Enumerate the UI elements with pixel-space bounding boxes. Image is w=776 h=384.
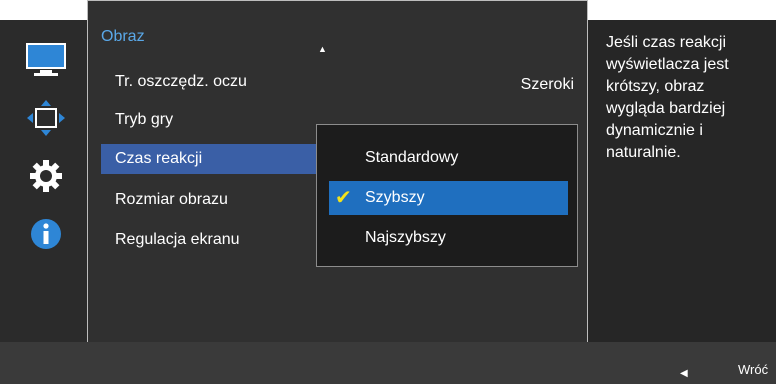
- menu-item-image-size[interactable]: Rozmiar obrazu: [101, 185, 316, 215]
- back-label[interactable]: Wróć: [738, 362, 768, 377]
- help-description: Jeśli czas reakcji wyświetlacza jest kró…: [606, 34, 729, 161]
- info-icon: [31, 219, 61, 249]
- option-label: Najszybszy: [365, 229, 446, 246]
- osd-menu: Obraz ▲ Tr. oszczędz. oczu Szeroki Tryb …: [0, 0, 776, 384]
- sidebar-item-system[interactable]: [22, 156, 70, 196]
- option-faster[interactable]: ✔ Szybszy: [329, 181, 568, 215]
- scroll-up-icon[interactable]: ▲: [318, 44, 327, 54]
- menu-item-screen-adjustment[interactable]: Regulacja ekranu: [101, 225, 316, 255]
- sidebar-item-picture[interactable]: [22, 40, 70, 80]
- eye-saver-value: Szeroki: [520, 76, 574, 93]
- menu-item-game-mode[interactable]: Tryb gry: [101, 105, 316, 135]
- option-label: Szybszy: [365, 189, 425, 206]
- sidebar-item-position[interactable]: [22, 98, 70, 138]
- menu-item-eye-saver[interactable]: Tr. oszczędz. oczu: [101, 67, 316, 97]
- resize-icon: [27, 100, 65, 136]
- monitor-icon: [26, 43, 66, 76]
- response-time-dropdown: Standardowy ✔ Szybszy Najszybszy: [316, 124, 578, 267]
- left-arrow-icon[interactable]: ◀: [680, 368, 688, 379]
- option-label: Standardowy: [365, 149, 459, 166]
- sidebar-item-information[interactable]: [22, 214, 70, 254]
- gear-icon: [30, 160, 62, 192]
- option-standard[interactable]: Standardowy: [329, 141, 568, 175]
- checkmark-icon: ✔: [335, 187, 352, 209]
- menu-title: Obraz: [101, 28, 145, 45]
- option-fastest[interactable]: Najszybszy: [329, 221, 568, 255]
- footer-bar: [0, 342, 776, 384]
- menu-item-response-time[interactable]: Czas reakcji: [101, 144, 316, 174]
